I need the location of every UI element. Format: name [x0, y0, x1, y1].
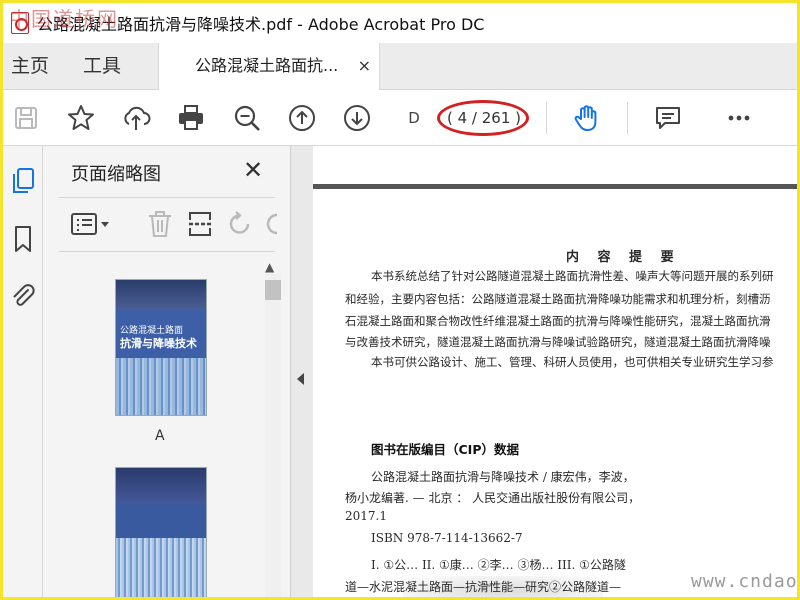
page-up-icon[interactable]	[284, 100, 320, 136]
thumbnail-page-a[interactable]: 公路混凝土路面 抗滑与降噪技术	[116, 280, 206, 415]
summary-line: 石混凝土路面和聚合物改性纤维混凝土路面的抗滑与降噪性能研究，混凝土路面抗滑	[345, 314, 771, 328]
scrollbar-thumb[interactable]	[265, 280, 281, 300]
summary-line: 与改善技术研究，隧道混凝土路面抗滑与降噪试验路研究，隧道混凝土路面抗滑降噪	[345, 335, 771, 349]
thumbnail-page-b[interactable]	[116, 468, 206, 597]
cip-line: 公路混凝土路面抗滑与降噪技术 / 康宏伟，李波，	[371, 470, 635, 484]
summary-heading: 内 容 提 要	[566, 250, 681, 265]
page-top-rule	[313, 184, 797, 189]
cover-header-band	[116, 468, 206, 504]
left-rail	[3, 146, 43, 597]
zoom-icon[interactable]	[229, 100, 265, 136]
page-down-icon[interactable]	[339, 100, 375, 136]
rotate-clockwise-icon[interactable]	[265, 209, 279, 239]
cover-image	[116, 358, 206, 415]
page-number-input[interactable]: D	[396, 105, 432, 131]
toolbar-divider	[627, 102, 628, 134]
tab-tools[interactable]: 工具	[83, 43, 121, 89]
cover-image	[116, 538, 206, 597]
options-menu-icon[interactable]	[69, 209, 115, 239]
summary-line: 本书可供公路设计、施工、管理、科研人员使用，也可供相关专业研究生学习参	[371, 355, 774, 369]
hand-icon[interactable]	[569, 100, 605, 136]
cip-line: 2017.1	[345, 509, 387, 523]
insert-page-icon[interactable]	[185, 209, 215, 239]
cip-title: 图书在版编目（CIP）数据	[371, 442, 519, 457]
star-icon[interactable]	[63, 100, 99, 136]
more-icon[interactable]	[721, 100, 757, 136]
thumbnail-label: A	[155, 428, 165, 444]
bookmark-icon[interactable]	[9, 224, 37, 254]
save-icon[interactable]	[8, 100, 44, 136]
toolbar-divider	[546, 102, 547, 134]
document-view[interactable]: 内 容 提 要 本书系统总结了针对公路隧道混凝土路面抗滑性差、噪声大等问题开展的…	[313, 146, 797, 597]
cover-title-line2: 抗滑与降噪技术	[120, 337, 197, 350]
page-thumbnails-icon[interactable]	[9, 166, 37, 196]
collapse-arrow-icon[interactable]	[297, 373, 304, 385]
close-tab-icon[interactable]: ×	[358, 43, 371, 89]
cip-line: 杨小龙编著. — 北京 ： 人民交通出版社股份有限公司，	[345, 491, 641, 505]
panel-toolbar	[43, 198, 291, 250]
annotation-ellipse	[437, 100, 529, 136]
cip-line: I. ①公… II. ①康… ②李… ③杨… III. ①公路隧	[371, 558, 626, 572]
site-watermark: 中国道桥网	[9, 7, 119, 31]
tab-home[interactable]: 主页	[11, 43, 49, 89]
summary-line: 本书系统总结了针对公路隧道混凝土路面抗滑性差、噪声大等问题开展的系列研	[371, 269, 774, 283]
summary-line: 和经验，主要内容包括：公路隧道混凝土路面抗滑降噪功能需求和机理分析，刻槽沥	[345, 292, 771, 306]
thumbnails-panel: 页面缩略图 ✕ ▲ 公路混凝土路面 抗滑与降噪技术 A	[43, 146, 291, 597]
scroll-up-arrow-icon[interactable]: ▲	[265, 260, 274, 274]
comment-icon[interactable]	[650, 100, 686, 136]
rotate-page-icon[interactable]	[225, 209, 255, 239]
document-tab-label: 公路混凝土路面抗...	[195, 56, 339, 75]
acrobat-window: 公路混凝土路面抗滑与降噪技术.pdf - Adobe Acrobat Pro D…	[0, 0, 800, 600]
cloud-upload-icon[interactable]	[118, 100, 154, 136]
panel-divider	[59, 251, 275, 252]
close-panel-icon[interactable]: ✕	[243, 156, 263, 184]
delete-page-icon[interactable]	[145, 209, 175, 239]
tab-document[interactable]: 公路混凝土路面抗... ×	[158, 43, 380, 90]
scan-shadow	[403, 576, 603, 597]
print-icon[interactable]	[173, 100, 209, 136]
panel-title: 页面缩略图	[71, 164, 161, 185]
thumbnails-scrollbar[interactable]	[265, 274, 281, 597]
toolbar: D ( 4 / 261 )	[3, 90, 797, 146]
url-watermark: www.cndao.com	[691, 571, 798, 592]
attachment-icon[interactable]	[9, 281, 37, 311]
title-bar: 公路混凝土路面抗滑与降噪技术.pdf - Adobe Acrobat Pro D…	[3, 3, 797, 43]
cover-header-band	[116, 280, 206, 310]
tab-bar: 主页 工具 公路混凝土路面抗... ×	[3, 43, 797, 90]
cip-line: ISBN 978-7-114-13662-7	[371, 531, 523, 545]
